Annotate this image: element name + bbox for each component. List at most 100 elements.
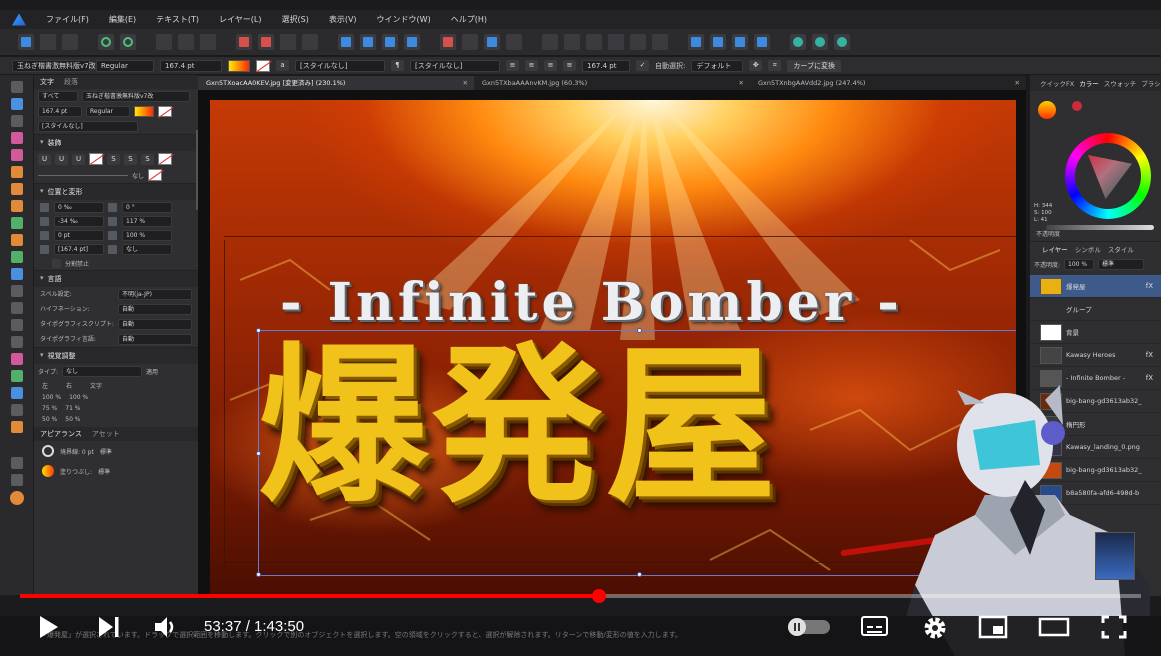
move-forward-icon[interactable] [688,34,704,50]
scope-select[interactable]: すべて [38,91,78,102]
navigator-thumbnail[interactable] [1095,532,1135,580]
crop-tool-icon[interactable] [10,285,23,297]
artboard-tool-icon[interactable] [10,98,23,110]
snapping-icon[interactable] [98,34,114,50]
ctx-para-style-icon[interactable]: ¶ [391,60,404,71]
ctx-fill-swatch[interactable] [228,59,250,72]
settings-gear-icon[interactable] [120,34,136,50]
ctx-font-family[interactable]: 玉ねぎ楷書激無料版v7改 [12,59,96,72]
resize-handle[interactable] [637,328,642,333]
underline-button[interactable]: U [38,153,51,165]
document-tab-3[interactable]: Gxn5TXnbgAAVdd2.jpg (247.4%) ✕ [750,76,1026,90]
fill-tool-icon[interactable] [10,149,23,161]
shear-field[interactable]: 0 ° [122,202,172,213]
pixel-persona-icon[interactable] [40,34,56,50]
document-tab-1[interactable]: Gxn5TXoacAA0KEV.jpg [変更済み] (230.1%) ✕ [198,76,474,90]
align-bottom-icon[interactable] [652,34,668,50]
hyphenation-select[interactable]: 自動 [118,304,192,315]
align-top-icon[interactable] [608,34,624,50]
tab-character[interactable]: 文字 [40,77,54,87]
panel-fill-swatch[interactable] [134,106,154,117]
menu-select[interactable]: 選択(S) [272,14,319,25]
menu-view[interactable]: 表示(V) [319,14,367,25]
tab-symbols[interactable]: シンボル [1075,244,1101,254]
tab-brushes[interactable]: ブラシ [1141,78,1160,88]
eyedropper-icon[interactable] [1072,101,1082,111]
volume-icon[interactable] [152,614,178,640]
resize-handle[interactable] [256,572,261,577]
position-section-header[interactable]: 位置と変形 [34,183,198,200]
zoom-tool-icon[interactable] [10,474,23,486]
boolean-intersect-icon[interactable] [280,34,296,50]
ctx-justify-icon[interactable]: ≡ [563,60,576,71]
fill-mode[interactable]: 標準 [98,467,110,476]
decoration-section-header[interactable]: 装飾 [34,134,198,151]
erase-tool-icon[interactable] [10,234,23,246]
settings-gear-icon[interactable] [921,614,949,642]
ctx-font-size[interactable]: 167.4 pt [160,59,222,72]
ctx-char-style[interactable]: [スタイルなし] [295,59,385,72]
visual-row-3-right[interactable]: 50 % [65,416,80,423]
user-icon[interactable] [834,34,850,50]
transparency-tool-icon[interactable] [10,421,23,433]
boolean-subtract-icon[interactable] [258,34,274,50]
layer-fx-icon[interactable]: fX [1146,282,1153,290]
bring-front-icon[interactable] [732,34,748,50]
node-tool-icon[interactable] [10,115,23,127]
ctx-font-style[interactable]: Regular [96,59,154,72]
fill-color-icon[interactable] [1038,101,1056,119]
strike-alt-button[interactable]: S [141,153,154,165]
language-section-header[interactable]: 言語 [34,270,198,287]
underline-color-swatch[interactable] [89,153,103,165]
transform-icon[interactable] [156,34,172,50]
next-icon[interactable] [96,614,122,640]
align-right-icon[interactable] [586,34,602,50]
panel-stroke-swatch[interactable] [158,106,172,117]
distribute-icon[interactable] [506,34,522,50]
document-tab-2[interactable]: Gxn5TXbaAAAnvKM.jpg (60.3%) ✕ [474,76,750,90]
visual-row-1-left[interactable]: 100 % [42,394,61,401]
theater-mode-icon[interactable] [1038,614,1070,640]
strike-double-button[interactable]: S [124,153,137,165]
menu-help[interactable]: ヘルプ(H) [441,14,497,25]
ctx-auto-select-check-icon[interactable]: ✓ [636,60,649,71]
strikethrough-button[interactable]: S [107,153,120,165]
rotate-left-icon[interactable] [382,34,398,50]
flip-horizontal-icon[interactable] [338,34,354,50]
close-tab-icon[interactable]: ✕ [1015,76,1020,90]
strike-color-swatch[interactable] [158,153,172,165]
paint-brush-icon[interactable] [10,217,23,229]
assistant-icon[interactable] [790,34,806,50]
menu-file[interactable]: ファイル(F) [36,14,99,25]
tab-styles[interactable]: スタイル [1108,244,1134,254]
color-picker-icon[interactable] [10,404,23,416]
tab-paragraph[interactable]: 段落 [64,77,78,87]
ctx-link-icon[interactable]: ⌗ [768,60,782,71]
menu-window[interactable]: ウインドウ(W) [367,14,441,25]
kerning-field[interactable]: 0 ‰ [54,202,104,213]
menu-text[interactable]: テキスト(T) [146,14,209,25]
visual-row-2-right[interactable]: 71 % [65,405,80,412]
visual-adjust-section-header[interactable]: 視覚調整 [34,347,198,364]
rectangle-tool-icon[interactable] [10,302,23,314]
dropdown-icon[interactable] [462,34,478,50]
shape-tool-icon[interactable] [10,353,23,365]
move-back-icon[interactable] [710,34,726,50]
resize-handle[interactable] [637,572,642,577]
typo-script-select[interactable]: 自動 [118,319,192,330]
caps-field[interactable]: なし [122,244,172,255]
ctx-align-right-icon[interactable]: ≡ [544,60,557,71]
apply-button[interactable]: 適用 [146,367,158,376]
video-scrubber[interactable] [591,589,606,603]
pen-tool-icon[interactable] [10,166,23,178]
horizontal-scale-field[interactable]: 100 % [122,230,172,241]
opacity-slider[interactable] [1046,225,1154,230]
ctx-align-center-icon[interactable]: ≡ [525,60,538,71]
flip-vertical-icon[interactable] [360,34,376,50]
autoplay-toggle[interactable] [788,618,830,636]
arrange-icon[interactable] [484,34,500,50]
rotate-right-icon[interactable] [404,34,420,50]
tab-swatches[interactable]: スウォッチ [1104,78,1137,88]
resize-handle[interactable] [256,328,261,333]
export-persona-icon[interactable] [62,34,78,50]
